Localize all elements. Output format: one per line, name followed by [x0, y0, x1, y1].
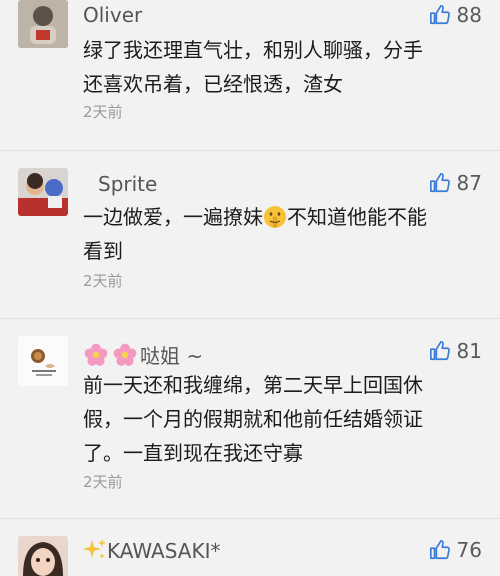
like-button[interactable]: 88	[429, 3, 482, 27]
comment-text-line: 看到	[83, 239, 123, 263]
avatar-image	[18, 168, 68, 216]
thumbs-up-icon	[429, 173, 450, 193]
thumbs-up-icon	[429, 341, 450, 361]
avatar-image	[18, 336, 68, 386]
comment-item: KAWASAKI* 76	[0, 518, 500, 576]
thumbs-up-icon	[429, 540, 450, 560]
comment-time: 2天前	[83, 103, 123, 121]
comment-text-line: 前一天还和我缠绵，第二天早上回国休	[83, 373, 423, 397]
sparkles-icon	[83, 539, 106, 559]
username[interactable]: 哒姐 ~	[83, 340, 203, 369]
comment-text: 绿了我还理直气壮，和别人聊骚，分手 还喜欢吊着，已经恨透，渣女	[83, 33, 478, 101]
comment-text-line: 假，一个月的假期就和他前任结婚领证	[83, 407, 423, 431]
thumbs-up-icon	[429, 5, 450, 25]
like-button[interactable]: 81	[429, 339, 482, 363]
avatar-image	[18, 536, 68, 576]
comment-text-segment: 不知道他能不能	[287, 205, 427, 229]
shushing-face-icon	[264, 206, 286, 228]
comment-text: 前一天还和我缠绵，第二天早上回国休 假，一个月的假期就和他前任结婚领证 了。一直…	[83, 368, 478, 470]
username[interactable]: KAWASAKI*	[83, 538, 220, 563]
comment-text-segment: 一边做爱，一遍撩妹	[83, 205, 263, 229]
like-button[interactable]: 87	[429, 171, 482, 195]
comment-item: Oliver 88 绿了我还理直气壮，和别人聊骚，分手 还喜欢吊着，已经恨透，渣…	[0, 0, 500, 150]
comment-time: 2天前	[83, 272, 123, 290]
like-button[interactable]: 76	[429, 538, 482, 562]
cherry-blossom-icon	[84, 343, 108, 366]
like-count: 76	[456, 538, 482, 562]
like-count: 88	[456, 3, 482, 27]
comment-time: 2天前	[83, 473, 123, 491]
like-count: 87	[456, 171, 482, 195]
comment-text-line: 还喜欢吊着，已经恨透，渣女	[83, 72, 343, 96]
comment-text-line: 了。一直到现在我还守寡	[83, 441, 303, 465]
username-text: 哒姐 ~	[140, 344, 204, 368]
comment-text: 一边做爱，一遍撩妹 不知道他能不能 看到	[83, 200, 478, 268]
avatar[interactable]	[18, 536, 68, 576]
username-text: KAWASAKI*	[107, 539, 221, 563]
cherry-blossom-icon	[113, 343, 137, 366]
avatar[interactable]	[18, 336, 68, 386]
like-count: 81	[456, 339, 482, 363]
username[interactable]: Sprite	[98, 172, 157, 196]
comment-text-line: 一边做爱，一遍撩妹 不知道他能不能	[83, 200, 478, 234]
avatar[interactable]	[18, 0, 68, 48]
comment-item: Sprite 87 一边做爱，一遍撩妹 不知道他能不能 看到 2天前	[0, 150, 500, 320]
username[interactable]: Oliver	[83, 3, 142, 27]
avatar[interactable]	[18, 168, 68, 216]
comment-item: 哒姐 ~ 81 前一天还和我缠绵，第二天早上回国休 假，一个月的假期就和他前任结…	[0, 318, 500, 518]
avatar-image	[18, 0, 68, 48]
comment-text-line: 绿了我还理直气壮，和别人聊骚，分手	[83, 38, 423, 62]
